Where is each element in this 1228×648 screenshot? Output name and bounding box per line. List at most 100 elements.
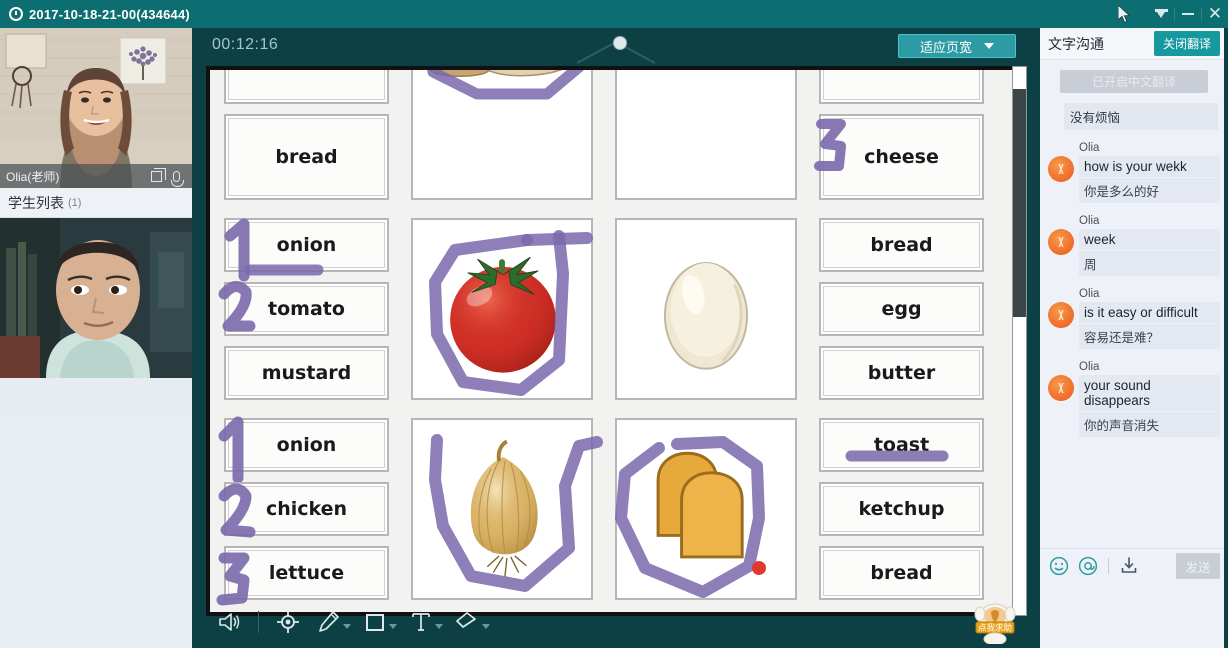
- message-sender: Olia: [1079, 288, 1100, 300]
- word-box[interactable]: bread: [224, 114, 389, 200]
- word-column: onion tomato mustard: [218, 218, 389, 400]
- panel-edge: [1224, 28, 1228, 648]
- pen-tool[interactable]: [311, 602, 357, 642]
- target-icon: [277, 611, 299, 633]
- word-box[interactable]: egg: [819, 282, 984, 336]
- word-box[interactable]: bread: [819, 218, 984, 272]
- left-sidebar: Olia(老师) 学生列表 (1): [0, 28, 192, 648]
- message-text: your sound disappears: [1079, 375, 1220, 411]
- message-sender: Olia: [1079, 142, 1100, 154]
- close-icon: ✕: [1207, 4, 1223, 24]
- square-icon: [365, 614, 384, 631]
- chevron-down-icon: [984, 43, 994, 49]
- left-empty-area: [0, 414, 192, 648]
- eraser-tool[interactable]: [449, 602, 495, 642]
- minimize-button[interactable]: [1175, 0, 1201, 28]
- bread-loaf-photo: [413, 70, 591, 198]
- picture-box-bread[interactable]: [411, 70, 593, 200]
- shape-tool[interactable]: [357, 602, 403, 642]
- chat-message: Olia is it easy or difficult 容易还是难？: [1048, 288, 1220, 349]
- picture-box-tomato[interactable]: [411, 218, 593, 400]
- message-translation: 容易还是难？: [1079, 323, 1220, 349]
- text-tool[interactable]: [403, 602, 449, 642]
- send-button[interactable]: 发送: [1176, 553, 1220, 579]
- tomato-photo: [413, 220, 591, 398]
- divider: [258, 611, 259, 633]
- message-translation: 你是多么的好: [1079, 177, 1220, 203]
- picture-box-toast[interactable]: [615, 418, 797, 600]
- chat-tool-row: 发送: [1040, 549, 1228, 583]
- microphone-icon[interactable]: [166, 166, 186, 187]
- word-box[interactable]: tomato: [218, 281, 389, 336]
- worksheet-row: onion chicken lettuce toast ketchup brea…: [216, 416, 984, 606]
- chevron-down-icon[interactable]: [481, 623, 490, 629]
- chat-header: 文字沟通 关闭翻译: [1040, 28, 1228, 60]
- window-controls: ✕: [1148, 0, 1228, 28]
- app-window: 2017-10-18-21-00(434644) ✕ Olia(老师) 学生列表…: [0, 0, 1228, 648]
- worksheet-grid: bread cheese onion tomato mustard bread …: [216, 70, 984, 612]
- help-mascot-button[interactable]: 点我求助: [972, 598, 1018, 646]
- cheese-photo: [617, 70, 795, 198]
- slider-handle[interactable]: [613, 36, 627, 50]
- picture-box-egg[interactable]: [615, 218, 797, 400]
- system-notice: 已开启中文翻译: [1060, 70, 1208, 93]
- chat-message-plain: 没有烦恼: [1064, 103, 1218, 130]
- word-box[interactable]: cheese: [814, 114, 984, 200]
- worksheet-row: onion tomato mustard bread egg butter: [218, 218, 984, 400]
- avatar: [1048, 156, 1074, 182]
- title-bar: 2017-10-18-21-00(434644) ✕: [0, 0, 1228, 28]
- word-box[interactable]: mustard: [224, 346, 389, 400]
- word-box[interactable]: onion: [218, 416, 389, 484]
- word-box[interactable]: butter: [819, 346, 984, 400]
- teacher-name: Olia(老师): [6, 169, 60, 184]
- mascot-icon: 点我求助: [974, 603, 1016, 646]
- document-viewer[interactable]: bread cheese onion tomato mustard bread …: [206, 66, 1024, 616]
- divider: [1108, 558, 1109, 574]
- avatar: [1048, 229, 1074, 255]
- word-box[interactable]: toast: [819, 418, 984, 472]
- pointer-tool[interactable]: [265, 602, 311, 642]
- toggle-translate-button[interactable]: 关闭翻译: [1153, 31, 1220, 56]
- speaker-icon: [219, 613, 240, 631]
- worksheet-page: bread cheese onion tomato mustard bread …: [210, 70, 1020, 612]
- student-video-tile[interactable]: [0, 218, 192, 378]
- at-icon[interactable]: [1077, 555, 1099, 577]
- close-button[interactable]: ✕: [1202, 0, 1228, 28]
- chevron-down-icon[interactable]: [434, 623, 443, 629]
- chevron-down-icon[interactable]: [388, 623, 397, 629]
- word-box[interactable]: chicken: [218, 482, 389, 538]
- pencil-icon: [318, 611, 339, 632]
- teacher-video-tile[interactable]: Olia(老师): [0, 28, 192, 188]
- word-box[interactable]: ketchup: [819, 482, 984, 536]
- popout-icon[interactable]: [146, 166, 166, 186]
- word-box[interactable]: lettuce: [216, 546, 389, 606]
- word-box[interactable]: onion: [224, 218, 389, 282]
- student-video-feed: [0, 218, 192, 378]
- smiley-icon[interactable]: [1048, 555, 1070, 577]
- word-column: cheese: [814, 70, 984, 200]
- egg-photo: [617, 220, 795, 398]
- word-box[interactable]: [819, 70, 984, 104]
- picture-box-onion[interactable]: [411, 418, 603, 600]
- eraser-icon: [455, 612, 476, 628]
- window-title: 2017-10-18-21-00(434644): [29, 6, 190, 22]
- volume-tool[interactable]: [206, 602, 252, 642]
- clock-icon: [9, 7, 23, 21]
- pin-button[interactable]: [1148, 0, 1174, 28]
- fit-page-width-button[interactable]: 适应页宽: [898, 34, 1016, 58]
- word-box[interactable]: [224, 70, 389, 104]
- document-scrollbar[interactable]: [1012, 66, 1027, 616]
- annotation-toolbar: 点我求助: [192, 596, 1040, 648]
- word-box[interactable]: bread: [819, 546, 984, 600]
- chat-footer: 发送: [1040, 548, 1228, 648]
- avatar: [1048, 375, 1074, 401]
- scrollbar-thumb[interactable]: [1013, 89, 1026, 317]
- chevron-down-icon[interactable]: [342, 623, 351, 629]
- download-icon[interactable]: [1118, 555, 1140, 577]
- mouse-cursor-icon: [1118, 5, 1131, 24]
- ink-number-2: [218, 483, 256, 538]
- teacher-name-bar: Olia(老师): [0, 164, 192, 188]
- chat-message: Olia how is your wekk 你是多么的好: [1048, 142, 1220, 203]
- chat-message-list[interactable]: 已开启中文翻译 没有烦恼 Olia how is your wekk 你是多么的…: [1040, 60, 1228, 548]
- picture-box-cheese[interactable]: [615, 70, 797, 200]
